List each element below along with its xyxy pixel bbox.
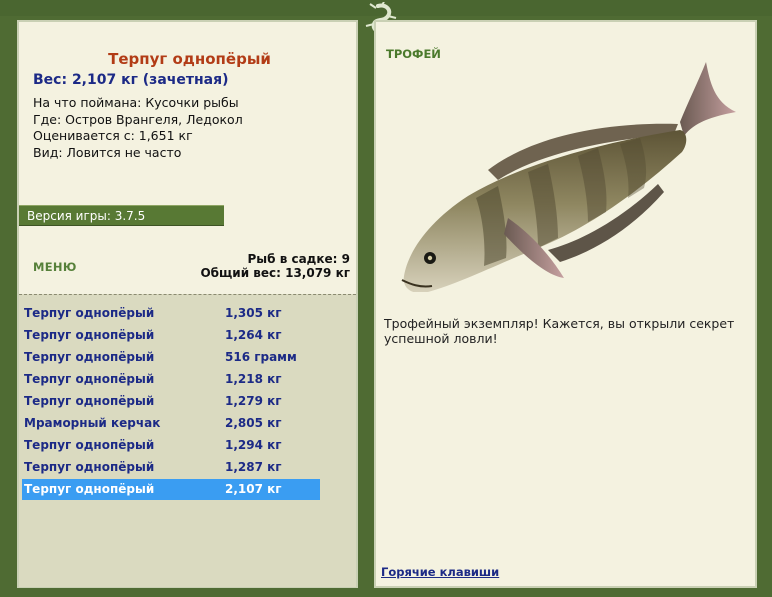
location-info: Где: Остров Врангеля, Ледокол [33, 111, 243, 127]
version-bar: Версия игры: 3.7.5 [19, 205, 224, 226]
keepnet-row-selected[interactable]: Терпуг однопёрый 2,107 кг [22, 479, 320, 500]
fish-image [401, 62, 736, 292]
trophy-message: Трофейный экземпляр! Кажется, вы открыли… [384, 316, 735, 346]
keepnet-row[interactable]: Терпуг однопёрый 516 грамм [22, 347, 320, 368]
bait-info: На что поймана: Кусочки рыбы [33, 95, 239, 110]
row-fish-name: Терпуг однопёрый [24, 306, 155, 320]
keepnet-stats: Рыб в садке: 9 Общий вес: 13,079 кг [200, 252, 350, 280]
row-fish-weight: 2,805 кг [225, 416, 282, 430]
row-fish-weight: 1,218 кг [225, 372, 282, 386]
fish-count: Рыб в садке: 9 [247, 252, 351, 266]
row-fish-name: Терпуг однопёрый [24, 438, 155, 452]
keepnet-row[interactable]: Терпуг однопёрый 1,279 кг [22, 391, 320, 412]
catch-info-panel: Терпуг однопёрый Вес: 2,107 кг (зачетная… [17, 20, 358, 588]
row-fish-name: Терпуг однопёрый [24, 482, 155, 496]
row-fish-weight: 1,287 кг [225, 460, 282, 474]
value-info: Оценивается с: 1,651 кг [33, 128, 193, 143]
trophy-panel: ТРОФЕЙ Трофейный экземпляр! Кажется, вы … [374, 20, 757, 588]
row-fish-weight: 516 грамм [225, 350, 297, 364]
keepnet-row[interactable]: Терпуг однопёрый 1,218 кг [22, 369, 320, 390]
row-fish-name: Терпуг однопёрый [24, 328, 155, 342]
keepnet-row[interactable]: Мраморный керчак 2,805 кг [22, 413, 320, 434]
rarity-info: Вид: Ловится не часто [33, 144, 182, 160]
keepnet-list: Терпуг однопёрый 1,305 кг Терпуг однопёр… [19, 294, 356, 587]
row-fish-name: Терпуг однопёрый [24, 350, 155, 364]
keepnet-row[interactable]: Терпуг однопёрый 1,287 кг [22, 457, 320, 478]
row-fish-name: Терпуг однопёрый [24, 394, 155, 408]
fish-name: Терпуг однопёрый [108, 50, 271, 68]
catch-details: На что поймана: Кусочки рыбы Где: Остров… [33, 95, 243, 161]
row-fish-name: Мраморный керчак [24, 416, 161, 430]
row-fish-weight: 1,264 кг [225, 328, 282, 342]
keepnet-row[interactable]: Терпуг однопёрый 1,294 кг [22, 435, 320, 456]
row-fish-name: Терпуг однопёрый [24, 460, 155, 474]
total-weight: Общий вес: 13,079 кг [200, 266, 350, 280]
menu-button[interactable]: МЕНЮ [33, 260, 77, 274]
row-fish-name: Терпуг однопёрый [24, 372, 155, 386]
row-fish-weight: 1,294 кг [225, 438, 282, 452]
hotkeys-link[interactable]: Горячие клавиши [381, 565, 499, 579]
row-fish-weight: 1,279 кг [225, 394, 282, 408]
keepnet-row[interactable]: Терпуг однопёрый 1,264 кг [22, 325, 320, 346]
keepnet-row[interactable]: Терпуг однопёрый 1,305 кг [22, 303, 320, 324]
row-fish-weight: 1,305 кг [225, 306, 282, 320]
row-fish-weight: 2,107 кг [225, 482, 282, 496]
fish-weight: Вес: 2,107 кг (зачетная) [33, 72, 229, 88]
